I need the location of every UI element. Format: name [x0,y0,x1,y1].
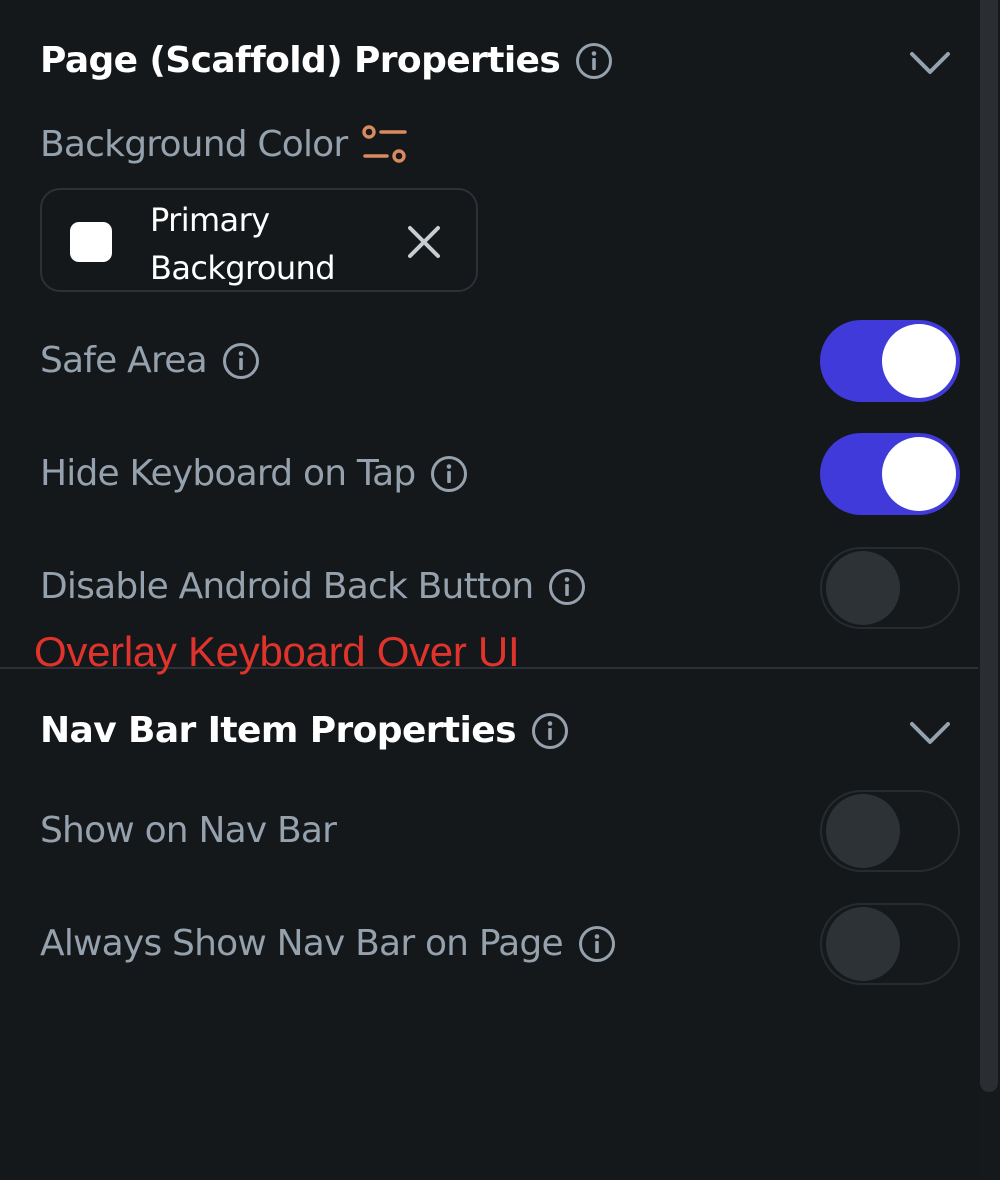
safe-area-label: Safe Area [40,340,208,381]
show-on-nav-bar-toggle[interactable] [820,790,960,872]
hide-keyboard-row: Hide Keyboard on Tap [40,453,469,494]
toggle-knob [826,794,900,868]
disable-back-button-label: Disable Android Back Button [40,566,534,607]
show-on-nav-bar-row: Show on Nav Bar [40,810,337,851]
hide-keyboard-label: Hide Keyboard on Tap [40,453,416,494]
always-show-nav-bar-label: Always Show Nav Bar on Page [40,923,564,964]
info-icon[interactable] [574,41,614,81]
scaffold-properties-title: Page (Scaffold) Properties [40,40,561,81]
always-show-nav-bar-row: Always Show Nav Bar on Page [40,923,617,964]
info-icon[interactable] [221,341,261,381]
tune-icon[interactable] [359,122,411,166]
background-color-row: Background Color [40,122,411,166]
background-color-label: Background Color [40,123,348,165]
toggle-knob [826,907,900,981]
info-icon[interactable] [577,924,617,964]
info-icon[interactable] [530,711,570,751]
background-color-selector[interactable]: Primary Background [40,188,478,292]
scaffold-properties-header: Page (Scaffold) Properties [40,40,614,81]
scrollbar-thumb[interactable] [980,0,998,1092]
info-icon[interactable] [429,454,469,494]
safe-area-toggle[interactable] [820,320,960,402]
toggle-knob [826,551,900,625]
toggle-knob [882,437,956,511]
chevron-down-icon[interactable] [908,48,952,78]
info-icon[interactable] [547,567,587,607]
toggle-knob [882,324,956,398]
chevron-down-icon[interactable] [908,718,952,748]
nav-bar-properties-title: Nav Bar Item Properties [40,710,517,751]
nav-bar-properties-header: Nav Bar Item Properties [40,710,570,751]
disable-back-button-toggle[interactable] [820,547,960,629]
always-show-nav-bar-toggle[interactable] [820,903,960,985]
close-icon[interactable] [404,222,444,262]
overlay-keyboard-annotation: Overlay Keyboard Over UI [34,628,520,675]
show-on-nav-bar-label: Show on Nav Bar [40,810,337,851]
disable-back-button-row: Disable Android Back Button [40,566,587,607]
scrollbar[interactable] [978,0,1000,1180]
hide-keyboard-toggle[interactable] [820,433,960,515]
background-color-value: Primary Background [150,201,336,287]
color-swatch [70,222,112,262]
safe-area-row: Safe Area [40,340,261,381]
properties-panel: Page (Scaffold) Properties Background Co… [0,0,1000,1180]
